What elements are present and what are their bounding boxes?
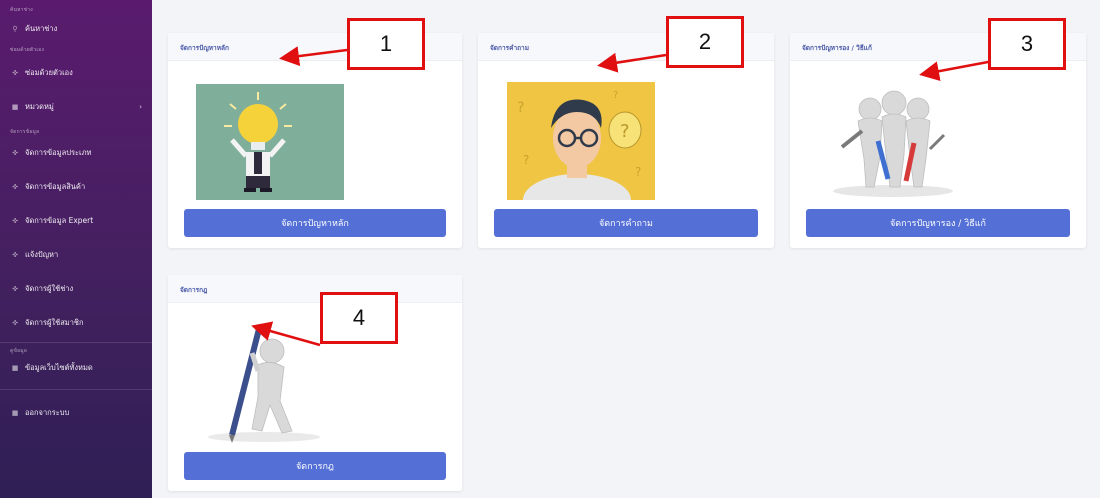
sidebar-item-manage-type[interactable]: ✜ จัดการข้อมูลประเภท [0,142,152,164]
manage-questions-button[interactable]: จัดการคำถาม [494,209,758,237]
manage-main-problem-button[interactable]: จัดการปัญหาหลัก [184,209,446,237]
team-tools-image [818,87,968,199]
sidebar-item-manage-expert[interactable]: ✜ จัดการข้อมูล Expert [0,210,152,232]
sidebar-heading-self-repair: ซ่อมด้วยตัวเอง [10,47,45,53]
wrench-icon: ✜ [12,285,18,293]
sidebar-item-label: จัดการผู้ใช้ช่าง [25,284,74,293]
sidebar-item-label: ออกจากระบบ [25,408,70,417]
sidebar-item-label: จัดการข้อมูลประเภท [25,148,92,157]
sidebar-divider [0,342,152,343]
sidebar-item-label: ข้อมูลเว็บไซต์ทั้งหมด [25,363,93,372]
annotation-label-3: 3 [988,18,1066,70]
annotation-label-1: 1 [347,18,425,70]
search-icon: ⚲ [12,25,18,33]
sidebar-item-website-info[interactable]: ■ ข้อมูลเว็บไซต์ทั้งหมด [0,357,152,379]
wrench-icon: ✜ [12,251,18,259]
svg-text:?: ? [613,90,618,101]
wrench-icon: ✜ [12,149,18,157]
sidebar-heading-manage-data: จัดการข้อมูล [10,129,40,135]
sidebar-item-label: จัดการข้อมูล Expert [25,216,94,225]
sidebar-item-label: ค้นหาช่าง [25,24,58,33]
annotation-label-4: 4 [320,292,398,344]
svg-text:?: ? [620,121,630,142]
folder-icon: ■ [11,364,19,372]
card-rules: จัดการกฎ จัดการกฎ [168,275,462,491]
sidebar-item-manage-technician[interactable]: ✜ จัดการผู้ใช้ช่าง [0,278,152,300]
chevron-right-icon: › [139,103,142,111]
wrench-icon: ✜ [12,217,18,225]
card-title: จัดการกฎ [168,275,462,303]
sidebar-item-self-repair[interactable]: ✜ ซ่อมด้วยตัวเอง [0,62,152,84]
manage-secondary-problem-button[interactable]: จัดการปัญหารอง / วิธีแก้ [806,209,1070,237]
svg-text:?: ? [517,100,524,116]
annotation-label-2: 2 [666,16,744,68]
sidebar-item-category[interactable]: ■ หมวดหมู่ › [0,96,152,118]
manage-rules-button[interactable]: จัดการกฎ [184,452,446,480]
sidebar-item-manage-member[interactable]: ✜ จัดการผู้ใช้สมาชิก [0,312,152,334]
sidebar-item-label: แจ้งปัญหา [25,250,59,259]
svg-text:?: ? [523,153,529,167]
sidebar-item-label: จัดการข้อมูลสินค้า [25,182,86,191]
wrench-icon: ✜ [12,183,18,191]
sidebar-heading-search: ค้นหาช่าง [10,7,33,13]
sidebar-heading-view-data: ดูข้อมูล [10,348,28,354]
sidebar-item-label: หมวดหมู่ [25,102,54,111]
wrench-icon: ✜ [12,69,18,77]
folder-icon: ■ [11,409,19,417]
svg-text:?: ? [635,165,641,179]
sidebar-item-logout[interactable]: ■ ออกจากระบบ [0,402,152,424]
sidebar-item-search[interactable]: ⚲ ค้นหาช่าง [0,18,152,40]
confused-person-image: ? ? ? ? ? [507,82,655,200]
wrench-icon: ✜ [12,319,18,327]
sidebar-item-manage-product[interactable]: ✜ จัดการข้อมูลสินค้า [0,176,152,198]
sidebar-divider [0,389,152,390]
sidebar: ค้นหาช่าง ⚲ ค้นหาช่าง ซ่อมด้วยตัวเอง ✜ ซ… [0,0,152,498]
sidebar-item-report-problem[interactable]: ✜ แจ้งปัญหา [0,244,152,266]
lightbulb-idea-image [196,84,344,200]
folder-icon: ■ [11,103,19,111]
sidebar-item-label: จัดการผู้ใช้สมาชิก [25,318,84,327]
sidebar-item-label: ซ่อมด้วยตัวเอง [25,68,73,77]
